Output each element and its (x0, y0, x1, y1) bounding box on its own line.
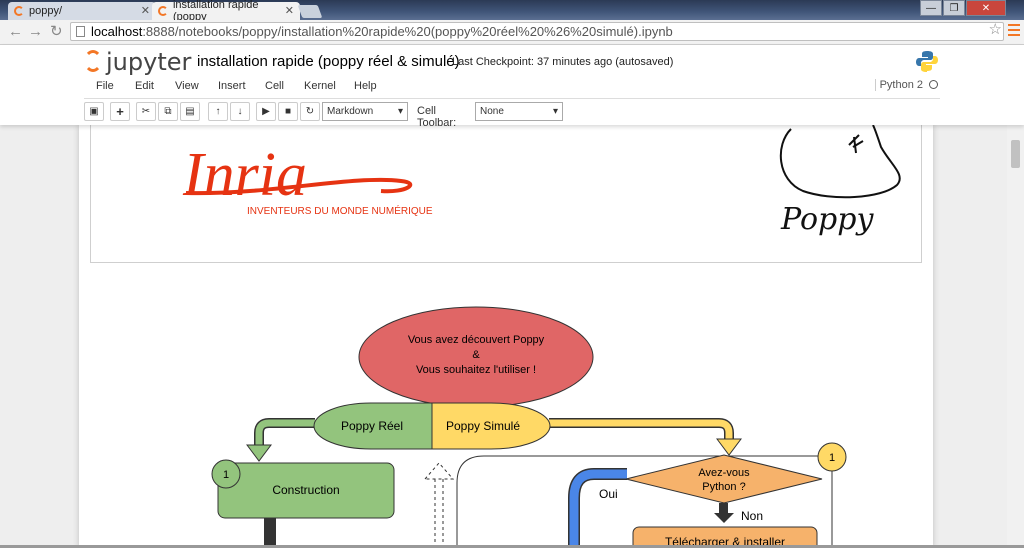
url-text: localhost:8888/notebooks/poppy/installat… (91, 24, 673, 39)
cell-type-select[interactable]: Markdown (322, 102, 408, 121)
forward-arrow-icon[interactable]: → (28, 23, 43, 41)
close-window-button[interactable]: ✕ (966, 0, 1006, 16)
cell-toolbar-label: Cell Toolbar: (417, 105, 457, 129)
notebook-site: Inria INVENTEURS DU MONDE NUMÉRIQUE Popp… (0, 124, 1024, 548)
yes-label: Oui (599, 487, 618, 501)
poppy-signature: Poppy (780, 202, 874, 237)
logos-image: Inria INVENTEURS DU MONDE NUMÉRIQUE Popp… (182, 124, 901, 237)
browser-tabstrip: poppy/ ✕ installation rapide (poppy ✕ — … (0, 0, 1024, 23)
bookmark-star-icon[interactable]: ☆ (989, 20, 1002, 38)
step-badge-left: 1 (223, 469, 229, 481)
checkpoint-status: Last Checkpoint: 37 minutes ago (autosav… (452, 56, 674, 68)
paste-icon[interactable]: ▤ (180, 102, 200, 121)
python-logo-icon (916, 51, 938, 72)
run-icon[interactable]: ▶ (256, 102, 276, 121)
bubble-text-line3: Vous souhaitez l'utiliser ! (416, 364, 536, 376)
construction-step: 1 Construction (211, 459, 395, 548)
bubble-text-line2: & (472, 349, 480, 361)
jupyter-logo-icon (84, 50, 102, 72)
address-bar[interactable]: localhost:8888/notebooks/poppy/installat… (70, 22, 1004, 41)
close-tab-icon[interactable]: ✕ (285, 4, 294, 17)
bubble-text-line1: Vous avez découvert Poppy (408, 334, 545, 346)
new-tab-button[interactable] (297, 5, 323, 18)
menu-view[interactable]: View (175, 80, 199, 92)
close-tab-icon[interactable]: ✕ (141, 4, 150, 17)
markdown-image-cell[interactable]: Inria INVENTEURS DU MONDE NUMÉRIQUE Popp… (90, 124, 922, 263)
question-line1: Avez-vous (698, 467, 750, 479)
copy-icon[interactable]: ⧉ (158, 102, 178, 121)
stop-icon[interactable]: ■ (278, 102, 298, 121)
reload-icon[interactable]: ↻ (50, 23, 63, 41)
menu-help[interactable]: Help (354, 80, 377, 92)
choice-pill: Poppy Réel Poppy Simulé (313, 402, 551, 450)
page-scrollbar[interactable] (1007, 125, 1024, 548)
inria-wordmark: Inria (182, 141, 307, 209)
tab-poppy[interactable]: poppy/ ✕ (8, 2, 156, 20)
notebook-menubar: File Edit View Insert Cell Kernel Help P… (84, 75, 940, 99)
question-line2: Python ? (702, 481, 745, 493)
installation-flowchart: Vous avez découvert Poppy & Vous souhait… (211, 306, 847, 548)
notebook-title[interactable]: installation rapide (poppy réel & simulé… (197, 53, 460, 70)
jupyter-logo[interactable]: jupyter (84, 48, 191, 76)
inria-logo: Inria INVENTEURS DU MONDE NUMÉRIQUE (182, 141, 433, 217)
python-question: Avez-vous Python ? (625, 454, 823, 504)
intro-speech-bubble: Vous avez découvert Poppy & Vous souhait… (358, 306, 594, 410)
browser-menu-icon[interactable] (1008, 24, 1020, 39)
cut-icon[interactable]: ✂ (136, 102, 156, 121)
menu-edit[interactable]: Edit (135, 80, 154, 92)
poppy-sketch: Poppy (779, 124, 901, 237)
minimize-button[interactable]: — (920, 0, 942, 16)
jupyter-header: jupyter installation rapide (poppy réel … (0, 45, 1024, 129)
inria-tagline: INVENTEURS DU MONDE NUMÉRIQUE (247, 204, 433, 217)
menu-file[interactable]: File (96, 80, 114, 92)
notebook-page: Inria INVENTEURS DU MONDE NUMÉRIQUE Popp… (79, 124, 933, 548)
menu-insert[interactable]: Insert (218, 80, 246, 92)
page-icon (76, 26, 85, 37)
construction-label: Construction (272, 483, 339, 497)
restart-icon[interactable]: ↻ (300, 102, 320, 121)
poppy-real-label: Poppy Réel (341, 419, 403, 433)
jupyter-favicon-icon (158, 6, 168, 16)
browser-toolbar: ← → ↻ localhost:8888/notebooks/poppy/ins… (0, 20, 1024, 45)
move-up-icon[interactable]: ↑ (208, 102, 228, 121)
arrow-head-real (246, 444, 272, 462)
step-badge-right: 1 (829, 452, 835, 464)
tab-installation[interactable]: installation rapide (poppy ✕ (152, 0, 300, 23)
cell-toolbar-select[interactable]: None (475, 102, 563, 121)
kernel-status-icon (929, 80, 938, 89)
menu-cell[interactable]: Cell (265, 80, 284, 92)
arrow-head-sim (716, 438, 742, 456)
tab-label: poppy/ (29, 5, 63, 17)
no-label: Non (741, 509, 763, 523)
move-down-icon[interactable]: ↓ (230, 102, 250, 121)
scrollbar-thumb[interactable] (1011, 140, 1020, 168)
poppy-sim-label: Poppy Simulé (446, 419, 520, 433)
maximize-button[interactable]: ❐ (943, 0, 965, 16)
jupyter-favicon-icon (14, 6, 24, 16)
insert-cell-icon[interactable]: + (110, 102, 130, 121)
kernel-indicator: Python 2 (874, 79, 938, 91)
save-icon[interactable]: ▣ (84, 102, 104, 121)
back-arrow-icon[interactable]: ← (8, 23, 23, 41)
menu-kernel[interactable]: Kernel (304, 80, 336, 92)
